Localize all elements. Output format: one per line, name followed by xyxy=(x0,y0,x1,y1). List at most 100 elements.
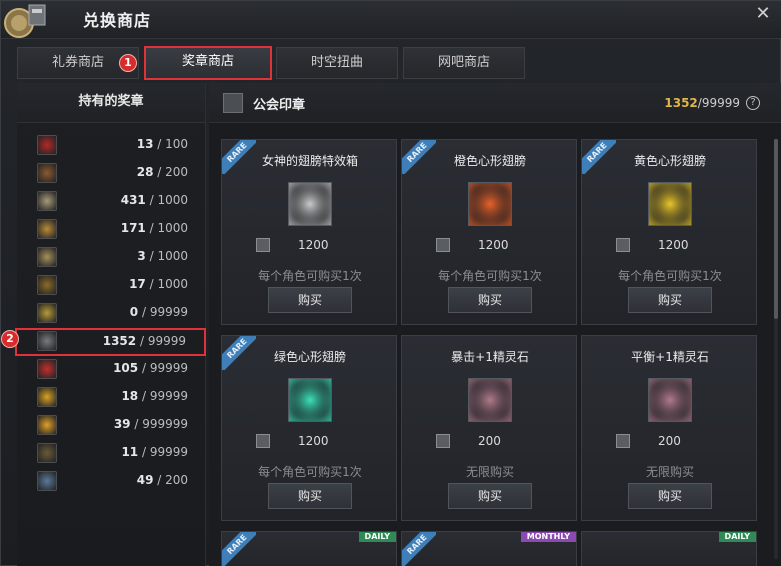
item-grid: RARE 女神的翅膀特效箱 1200 每个角色可购买1次购买 RARE 橙色心形翅膀 120… xyxy=(221,139,769,566)
medal-row: 0 / 99999 xyxy=(17,301,206,327)
buy-button[interactable]: 购买 xyxy=(268,483,352,509)
rare-tag: RARE xyxy=(402,532,436,566)
guild-seal-icon xyxy=(436,238,450,252)
item-price: 1200 xyxy=(298,434,329,448)
medal-current: 105 xyxy=(113,361,139,375)
shop-item-card: RARE 橙色心形翅膀 1200 每个角色可购买1次 购买 xyxy=(401,139,577,325)
item-name: 橙色心形翅膀 xyxy=(453,154,526,168)
eagle-medal-icon xyxy=(37,275,57,295)
period-tag: DAILY xyxy=(718,532,756,542)
shop-item-card: RARE DAILY xyxy=(221,531,397,566)
item-icon[interactable] xyxy=(468,182,512,226)
medal-row: 3 / 1000 xyxy=(17,245,206,271)
scroll-thumb[interactable] xyxy=(774,139,778,319)
medal-max: 1000 xyxy=(157,193,188,207)
item-icon[interactable] xyxy=(468,378,512,422)
medal-max: 999999 xyxy=(142,417,188,431)
medal-count: 431 / 1000 xyxy=(120,193,188,207)
buy-button[interactable]: 购买 xyxy=(628,483,712,509)
guild-seal-icon xyxy=(223,93,243,113)
medal-max: 99999 xyxy=(149,445,188,459)
period-tag: MONTHLY xyxy=(520,532,576,542)
medal-row: 11 / 99999 xyxy=(17,441,206,467)
medal-count: 18 / 99999 xyxy=(121,389,188,403)
tab-time-warp[interactable]: 时空扭曲 xyxy=(276,47,398,79)
period-tag: DAILY xyxy=(358,532,396,542)
close-icon: ✕ xyxy=(755,3,771,24)
medal-count: 17 / 1000 xyxy=(129,277,188,291)
currency-amount: 1352/99999 xyxy=(664,96,740,110)
star-face-medal-icon xyxy=(37,415,57,435)
medal-shop-panel: 公会印章 1352/99999 ? RARE 女神的翅膀特效箱 1200 每个角色可购… xyxy=(209,83,781,566)
item-price: 1200 xyxy=(298,238,329,252)
medal-current: 13 xyxy=(136,137,154,151)
item-icon[interactable] xyxy=(648,182,692,226)
rare-label: RARE xyxy=(402,532,436,566)
purchase-limit: 每个角色可购买1次 xyxy=(618,269,722,283)
window-title: 兑换商店 xyxy=(83,11,152,30)
medal-count: 1352 / 99999 xyxy=(102,334,186,348)
rare-label: RARE xyxy=(222,532,256,566)
medal-current: 17 xyxy=(129,277,146,291)
item-icon[interactable] xyxy=(648,378,692,422)
item-icon[interactable] xyxy=(288,182,332,226)
medal-max: 100 xyxy=(165,137,188,151)
currency-header: 公会印章 1352/99999 ? xyxy=(209,83,781,123)
item-name: 平衡+1精灵石 xyxy=(631,350,709,364)
medal-count: 105 / 99999 xyxy=(113,361,188,375)
owned-medals-header: 持有的奖章 xyxy=(17,83,205,123)
tab-netcafe-shop[interactable]: 网吧商店 xyxy=(403,47,525,79)
exchange-shop-window: 兑换商店 ✕ 礼券商店 奖章商店 时空扭曲 网吧商店 1 持有的奖章 13 / … xyxy=(0,0,781,566)
bronze-wing-medal-icon xyxy=(37,163,57,183)
medal-row: 105 / 99999 xyxy=(17,357,206,383)
medal-current: 49 xyxy=(136,473,154,487)
medal-current: 11 xyxy=(121,445,139,459)
medal-count: 11 / 99999 xyxy=(121,445,188,459)
medal-max: 99999 xyxy=(147,334,186,348)
medal-max: 1000 xyxy=(157,221,188,235)
guild-seal-icon xyxy=(256,238,270,252)
cross-medal-icon xyxy=(37,247,57,267)
close-button[interactable]: ✕ xyxy=(752,3,774,25)
tab-medal-shop[interactable]: 奖章商店 xyxy=(144,46,272,80)
medal-current: 18 xyxy=(121,389,139,403)
medal-count: 171 / 1000 xyxy=(120,221,188,235)
guild-seal-icon xyxy=(256,434,270,448)
gold-emblem-medal-icon xyxy=(37,303,57,323)
guild-seal-icon xyxy=(616,434,630,448)
medal-count: 3 / 1000 xyxy=(137,249,188,263)
currency-max: /99999 xyxy=(697,96,740,110)
medal-row: 28 / 200 xyxy=(17,161,206,187)
item-price: 200 xyxy=(478,434,501,448)
item-name: 女神的翅膀特效箱 xyxy=(261,154,358,168)
medal-row: 171 / 1000 xyxy=(17,217,206,243)
purchase-limit: 无限购买 xyxy=(645,465,694,479)
guild-seal-icon xyxy=(37,331,57,351)
buy-button[interactable]: 购买 xyxy=(268,287,352,313)
item-price: 1200 xyxy=(478,238,509,252)
item-price: 1200 xyxy=(658,238,689,252)
help-icon[interactable]: ? xyxy=(746,96,760,110)
scrollbar[interactable] xyxy=(774,139,778,559)
item-icon[interactable] xyxy=(288,378,332,422)
medal-max: 1000 xyxy=(157,277,188,291)
owned-medals-panel: 持有的奖章 13 / 100 28 / 200 431 / 1000 171 / 10… xyxy=(15,83,206,566)
medal-current: 39 xyxy=(113,417,131,431)
medal-max: 99999 xyxy=(149,361,188,375)
buy-button[interactable]: 购买 xyxy=(448,483,532,509)
item-price: 200 xyxy=(658,434,681,448)
medal-max: 200 xyxy=(165,165,188,179)
shop-emblem-icon xyxy=(4,4,46,38)
medal-current: 28 xyxy=(136,165,154,179)
guild-seal-icon xyxy=(616,238,630,252)
medal-row: 49 / 200 xyxy=(17,469,206,495)
dark-medal-icon xyxy=(37,443,57,463)
purchase-limit: 每个角色可购买1次 xyxy=(258,269,362,283)
smiley-medal-icon xyxy=(37,387,57,407)
buy-button[interactable]: 购买 xyxy=(448,287,532,313)
medal-current: 0 xyxy=(129,305,139,319)
buy-button[interactable]: 购买 xyxy=(628,287,712,313)
medal-row: 431 / 1000 xyxy=(17,189,206,215)
shop-item-card: 暴击+1精灵石 200 无限购买 购买 xyxy=(401,335,577,521)
medal-current: 3 xyxy=(137,249,146,263)
